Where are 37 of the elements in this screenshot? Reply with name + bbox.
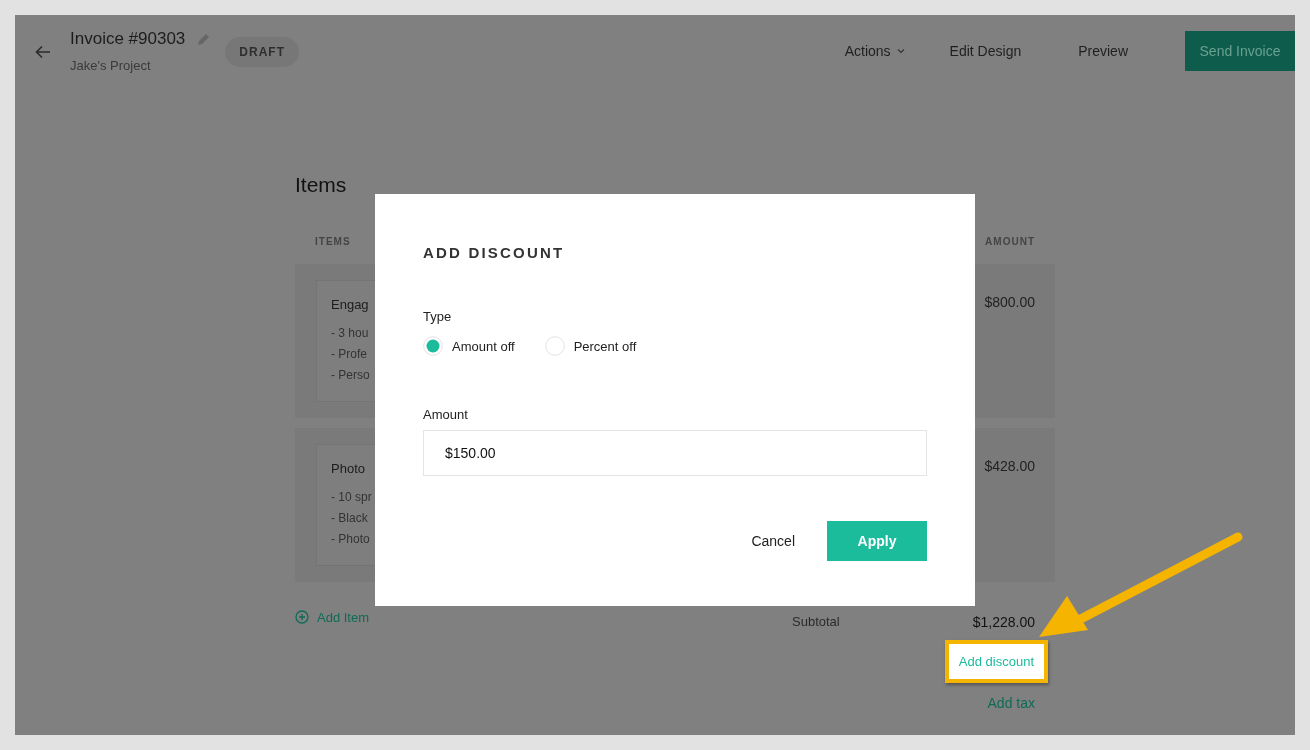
add-discount-link[interactable]: Add discount <box>948 644 1044 679</box>
caret-icon <box>896 48 905 54</box>
apply-button[interactable]: Apply <box>827 521 927 561</box>
radio-option[interactable]: Percent off <box>544 336 637 356</box>
item-name: Photo <box>331 461 365 476</box>
subtotal-value: $1,228.00 <box>972 614 1035 630</box>
item-name: Engag <box>331 297 369 312</box>
dialog-title: ADD DISCOUNT <box>423 244 565 261</box>
item-detail: - Perso <box>331 368 370 382</box>
header-link-button[interactable]: Preview <box>1078 31 1128 71</box>
item-detail: - 3 hou <box>331 326 369 340</box>
actions-menu-button[interactable]: Actions <box>844 31 905 71</box>
amount-field[interactable]: $150.00 <box>423 430 927 476</box>
subtotal-label: Subtotal <box>792 614 840 630</box>
back-arrow-icon[interactable] <box>35 45 51 59</box>
item-amount: $800.00 <box>984 294 1035 310</box>
item-detail: - Black <box>331 511 368 525</box>
item-detail: - Profe <box>331 347 367 361</box>
cancel-button[interactable]: Cancel <box>751 533 795 549</box>
radio-option[interactable]: Amount off <box>423 336 515 356</box>
radio-button[interactable] <box>423 336 443 356</box>
radio-button[interactable] <box>544 336 565 356</box>
item-detail: - 10 spr <box>331 490 372 504</box>
status-badge: DRAFT <box>225 37 299 67</box>
section-heading: Items <box>295 173 347 197</box>
type-label: Type <box>423 309 452 324</box>
send-button[interactable]: Send Invoice <box>1185 31 1295 71</box>
item-amount: $428.00 <box>984 458 1035 474</box>
column-header: ITEMS <box>315 235 351 247</box>
header-link-button[interactable]: Edit Design <box>949 31 1022 71</box>
pencil-icon[interactable] <box>197 32 212 46</box>
column-header: AMOUNT <box>985 235 1035 247</box>
amount-label: Amount <box>423 407 468 422</box>
item-detail: - Photo <box>331 532 370 546</box>
invoice-title: Invoice #90303 <box>70 29 186 49</box>
plus-circle-icon <box>295 610 309 624</box>
project-name: Jake's Project <box>70 58 152 73</box>
